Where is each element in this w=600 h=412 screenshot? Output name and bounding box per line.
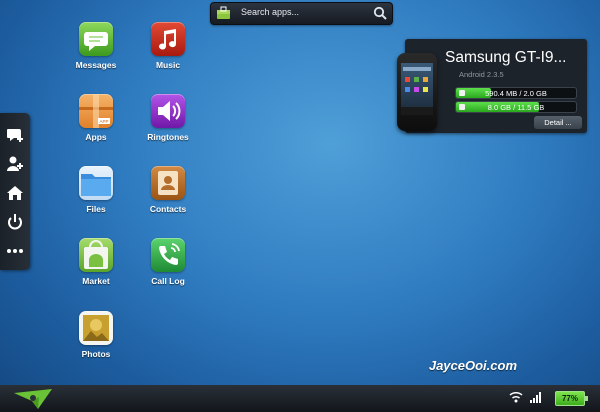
device-panel: Samsung GT-I9... Android 2.3.5 590.4 MB … — [397, 39, 587, 133]
android-version: Android 2.3.5 — [459, 70, 504, 79]
apk-box-icon: APP — [79, 94, 113, 128]
add-contact-icon[interactable] — [6, 155, 24, 173]
home-icon[interactable] — [6, 184, 24, 202]
watermark: JayceOoi.com — [428, 358, 517, 373]
svg-text:APP: APP — [99, 119, 108, 124]
folder-icon — [79, 166, 113, 200]
android-bag-icon — [79, 238, 113, 272]
power-icon[interactable] — [6, 213, 24, 231]
photo-icon — [79, 311, 113, 345]
app-music[interactable]: Music — [138, 22, 198, 70]
search-icon[interactable] — [373, 6, 387, 20]
wifi-icon — [509, 391, 523, 403]
app-label: Files — [86, 204, 106, 214]
signal-icon — [530, 392, 541, 403]
storage-text: 8.0 GB / 11.5 GB — [487, 103, 545, 112]
speaker-icon — [151, 94, 185, 128]
sd-storage-bar: 8.0 GB / 11.5 GB — [455, 101, 577, 113]
music-note-icon — [151, 22, 185, 56]
side-toolbar — [0, 113, 30, 270]
speech-bubble-icon — [79, 22, 113, 56]
airdroid-logo-icon[interactable] — [12, 379, 54, 411]
internal-storage-bar: 590.4 MB / 2.0 GB — [455, 87, 577, 99]
app-label: Messages — [75, 60, 117, 70]
app-label: Call Log — [151, 276, 185, 286]
app-messages[interactable]: Messages — [66, 22, 126, 70]
app-photos[interactable]: Photos — [66, 311, 126, 359]
battery-indicator: 77% — [555, 391, 588, 406]
app-label: Photos — [81, 349, 111, 359]
app-market[interactable]: Market — [66, 238, 126, 286]
app-bag-icon — [217, 6, 230, 19]
storage-text: 590.4 MB / 2.0 GB — [485, 89, 547, 98]
device-name: Samsung GT-I9... — [445, 49, 567, 66]
app-ringtones[interactable]: Ringtones — [138, 94, 198, 142]
contacts-book-icon — [151, 166, 185, 200]
app-files[interactable]: Files — [66, 166, 126, 214]
app-label: Music — [155, 60, 181, 70]
detail-button[interactable]: Detail ... — [534, 116, 582, 129]
phone-image — [397, 53, 437, 131]
phone-handset-icon — [151, 238, 185, 272]
app-label: Apps — [85, 132, 107, 142]
search-input[interactable]: Search apps... — [241, 7, 299, 17]
search-bar[interactable]: Search apps... — [210, 2, 393, 25]
app-contacts[interactable]: Contacts — [138, 166, 198, 214]
bottom-bar: JayceOoi.com 77% — [0, 358, 600, 412]
app-apps[interactable]: APP Apps — [66, 94, 126, 142]
app-label: Contacts — [149, 204, 187, 214]
more-icon[interactable] — [6, 242, 24, 260]
app-call-log[interactable]: Call Log — [138, 238, 198, 286]
add-message-icon[interactable] — [6, 126, 24, 144]
app-label: Market — [82, 276, 110, 286]
app-label: Ringtones — [147, 132, 189, 142]
